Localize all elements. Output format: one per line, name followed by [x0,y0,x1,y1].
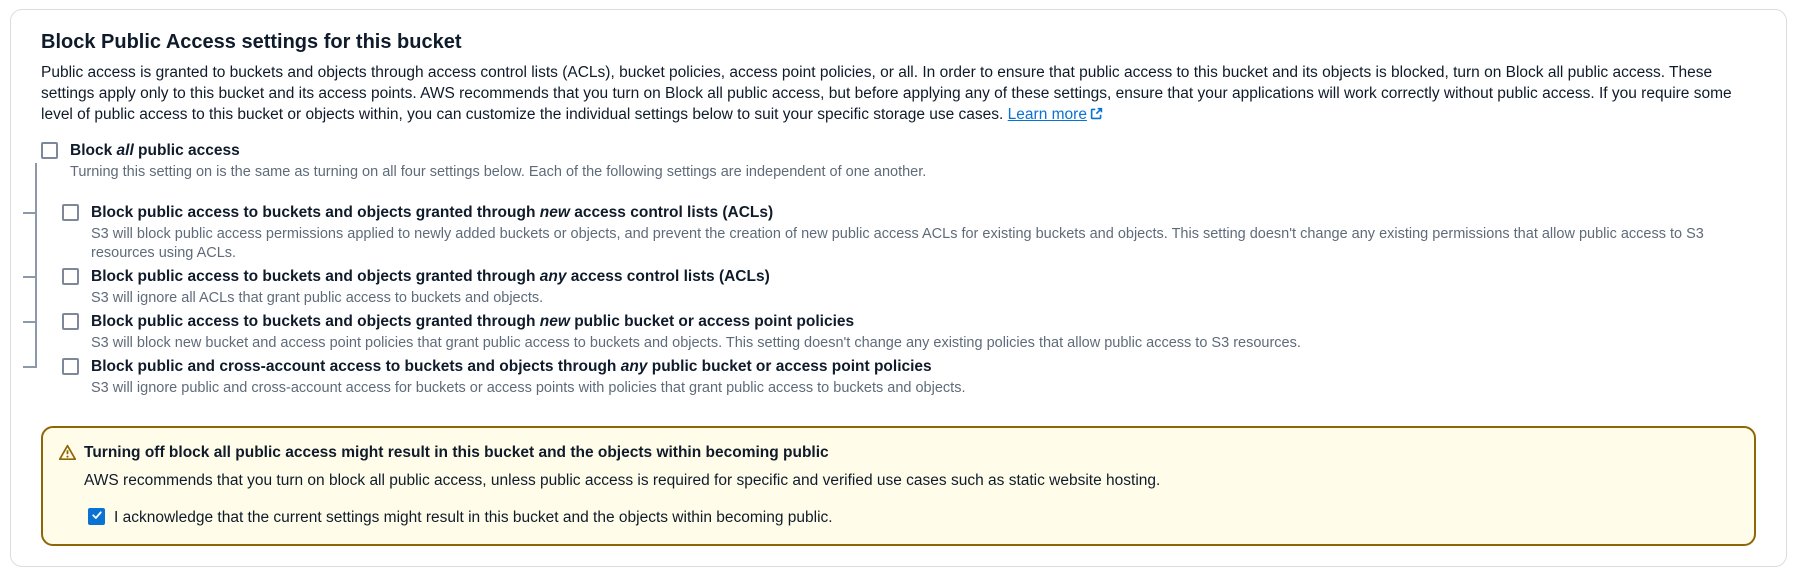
setting-label-italic: any [621,358,648,375]
setting-label-policy-any[interactable]: Block public and cross-account access to… [91,357,932,377]
acknowledge-row: I acknowledge that the current settings … [88,507,1734,528]
setting-description-policy-new: S3 will block new bucket and access poin… [91,334,1756,353]
check-icon [91,508,103,526]
setting-label-acl-new[interactable]: Block public access to buckets and objec… [91,203,773,223]
sub-settings-tree: Block public access to buckets and objec… [62,203,1756,398]
block-all-label-italic: all [117,142,134,159]
setting-label-suffix: access control lists (ACLs) [566,268,769,285]
setting-label-prefix: Block public access to buckets and objec… [91,204,540,221]
setting-label-prefix: Block public access to buckets and objec… [91,268,540,285]
warning-description: AWS recommends that you turn on block al… [84,470,1734,491]
block-all-label-prefix: Block [70,142,117,159]
setting-label-suffix: public bucket or access point policies [570,313,854,330]
setting-label-italic: any [540,268,567,285]
external-link-icon [1087,106,1103,123]
acknowledge-label[interactable]: I acknowledge that the current settings … [114,507,833,528]
setting-checkbox-policy-any[interactable] [62,358,79,375]
acknowledge-checkbox[interactable] [88,508,105,525]
setting-checkbox-acl-new[interactable] [62,204,79,221]
block-public-access-panel: Block Public Access settings for this bu… [10,9,1787,567]
learn-more-label: Learn more [1008,106,1087,123]
tree-tick [23,276,35,278]
setting-label-prefix: Block public access to buckets and objec… [91,313,540,330]
setting-label-acl-any[interactable]: Block public access to buckets and objec… [91,267,770,287]
block-all-row: Block all public access [41,141,1756,161]
block-all-label[interactable]: Block all public access [70,141,240,161]
setting-label-prefix: Block public and cross-account access to… [91,358,621,375]
setting-description-acl-any: S3 will ignore all ACLs that grant publi… [91,289,1756,308]
panel-description-text: Public access is granted to buckets and … [41,64,1732,123]
setting-checkbox-acl-any[interactable] [62,268,79,285]
block-all-label-suffix: public access [134,142,240,159]
learn-more-link[interactable]: Learn more [1008,106,1103,123]
setting-item-policy-any: Block public and cross-account access to… [62,357,1756,398]
setting-item-policy-new: Block public access to buckets and objec… [62,312,1756,353]
tree-connector-line [35,163,37,368]
panel-description: Public access is granted to buckets and … [41,62,1756,125]
setting-item-acl-new: Block public access to buckets and objec… [62,203,1756,263]
setting-label-italic: new [540,313,570,330]
block-all-description: Turning this setting on is the same as t… [70,163,1756,182]
warning-banner: Turning off block all public access migh… [41,426,1756,546]
warning-title: Turning off block all public access migh… [84,442,829,463]
tree-tick [23,366,35,368]
block-all-checkbox[interactable] [41,142,58,159]
warning-triangle-icon [59,442,76,466]
setting-description-acl-new: S3 will block public access permissions … [91,225,1756,263]
setting-item-acl-any: Block public access to buckets and objec… [62,267,1756,308]
setting-label-italic: new [540,204,570,221]
setting-label-suffix: access control lists (ACLs) [570,204,773,221]
tree-tick [23,212,35,214]
setting-description-policy-any: S3 will ignore public and cross-account … [91,379,1756,398]
setting-checkbox-policy-new[interactable] [62,313,79,330]
panel-title: Block Public Access settings for this bu… [41,30,1756,54]
setting-label-policy-new[interactable]: Block public access to buckets and objec… [91,312,854,332]
setting-label-suffix: public bucket or access point policies [647,358,931,375]
tree-tick [23,321,35,323]
